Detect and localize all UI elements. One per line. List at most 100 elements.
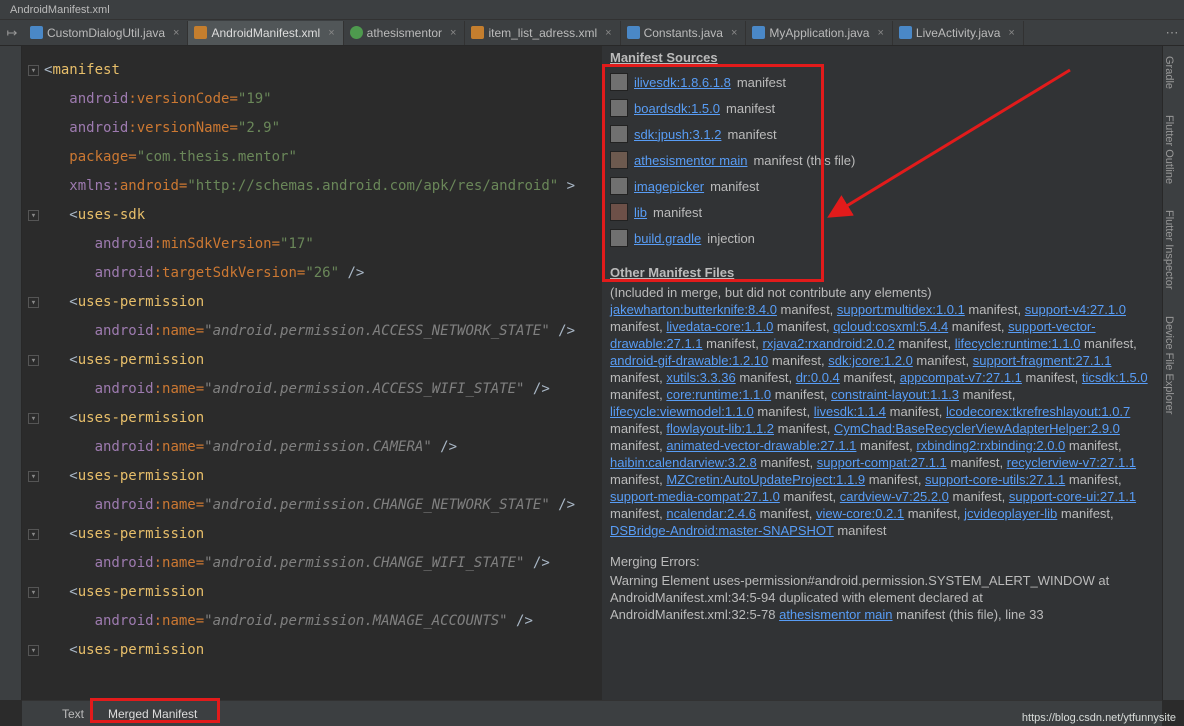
manifest-link[interactable]: ncalendar:2.4.6 [666,506,756,521]
file-icon [752,26,765,39]
manifest-link[interactable]: support-core-utils:27.1.1 [925,472,1065,487]
breadcrumb[interactable]: AndroidManifest.xml [10,4,110,16]
manifest-link[interactable]: livedata-core:1.1.0 [666,319,773,334]
manifest-link[interactable]: support-compat:27.1.1 [817,455,947,470]
manifest-link[interactable]: cardview-v7:25.2.0 [840,489,949,504]
file-icon [899,26,912,39]
manifest-link[interactable]: CymChad:BaseRecyclerViewAdapterHelper:2.… [834,421,1120,436]
manifest-link-text: manifest, [768,353,828,368]
manifest-link-text: manifest, [610,506,666,521]
tool-window-tab[interactable]: Flutter Inspector [1163,202,1175,289]
manifest-source-link[interactable]: ilivesdk:1.8.6.1.8 [634,75,731,90]
file-tab[interactable]: Constants.java × [621,21,747,45]
manifest-link[interactable]: lifecycle:runtime:1.1.0 [955,336,1081,351]
tab-nav-left-icon[interactable]: ↦ [0,21,24,45]
manifest-source-link[interactable]: sdk:jpush:3.1.2 [634,127,721,142]
manifest-link[interactable]: qcloud:cosxml:5.4.4 [833,319,948,334]
close-icon[interactable]: × [731,27,737,39]
file-icon [471,26,484,39]
file-tab[interactable]: athesismentor× [344,21,466,45]
code-editor[interactable]: ▾<manifest android:versionCode="19" andr… [22,46,602,700]
manifest-link-text: manifest, [773,319,833,334]
manifest-source-link[interactable]: imagepicker [634,179,704,194]
manifest-link[interactable]: view-core:0.2.1 [816,506,904,521]
manifest-link[interactable]: support-fragment:27.1.1 [973,353,1112,368]
close-icon[interactable]: × [450,27,456,39]
manifest-link[interactable]: jakewharton:butterknife:8.4.0 [610,302,777,317]
manifest-link[interactable]: livesdk:1.1.4 [814,404,886,419]
manifest-link[interactable]: sdk:jcore:1.2.0 [828,353,913,368]
manifest-link[interactable]: lcodecorex:tkrefreshlayout:1.0.7 [946,404,1130,419]
manifest-link[interactable]: lifecycle:viewmodel:1.1.0 [610,404,754,419]
manifest-link[interactable]: athesismentor main [779,607,892,622]
color-swatch [610,177,628,195]
other-manifest-subtitle: (Included in merge, but did not contribu… [610,284,1154,301]
close-icon[interactable]: × [877,27,883,39]
manifest-sources-title: Manifest Sources [602,46,1162,69]
manifest-link[interactable]: haibin:calendarview:3.2.8 [610,455,757,470]
manifest-link-text: manifest, [774,421,834,436]
manifest-link[interactable]: MZCretin:AutoUpdateProject:1.1.9 [666,472,865,487]
manifest-link-text: manifest, [840,370,900,385]
file-icon [350,26,363,39]
manifest-link-text: manifest, [610,421,666,436]
manifest-link[interactable]: rxbinding2:rxbinding:2.0.0 [916,438,1065,453]
manifest-source-text: manifest (this file) [753,153,855,168]
manifest-link-text: manifest, [886,404,946,419]
manifest-link-text: manifest, [771,387,831,402]
manifest-link[interactable]: appcompat-v7:27.1.1 [900,370,1022,385]
manifest-link[interactable]: rxjava2:rxandroid:2.0.2 [762,336,894,351]
file-tab-label: Constants.java [644,26,723,40]
merged-manifest-panel: Manifest Sources ilivesdk:1.8.6.1.8 mani… [602,46,1162,700]
close-icon[interactable]: × [328,27,334,39]
manifest-source-link[interactable]: build.gradle [634,231,701,246]
manifest-link-text: manifest, [865,472,925,487]
manifest-sources-list: ilivesdk:1.8.6.1.8 manifest boardsdk:1.5.… [602,69,1162,257]
manifest-source-row: imagepicker manifest [610,173,1154,199]
manifest-link[interactable]: core:runtime:1.1.0 [666,387,771,402]
watermark: https://blog.csdn.net/ytfunnysite [1022,712,1176,724]
file-tab[interactable]: CustomDialogUtil.java× [24,21,188,45]
manifest-source-link[interactable]: athesismentor main [634,153,747,168]
manifest-link[interactable]: animated-vector-drawable:27.1.1 [666,438,856,453]
tool-window-tab[interactable]: Flutter Outline [1163,107,1175,184]
close-icon[interactable]: × [173,27,179,39]
manifest-link[interactable]: ticsdk:1.5.0 [1082,370,1148,385]
manifest-source-link[interactable]: lib [634,205,647,220]
editor-mode-tab[interactable]: Text [50,703,96,725]
file-tab[interactable]: item_list_adress.xml × [465,21,620,45]
tool-window-tab[interactable]: Device File Explorer [1163,308,1175,414]
file-tab[interactable]: AndroidManifest.xml× [188,21,343,45]
manifest-link[interactable]: DSBridge-Android:master-SNAPSHOT [610,523,834,538]
manifest-link-text: manifest, [1065,472,1121,487]
manifest-link[interactable]: flowlayout-lib:1.1.2 [666,421,774,436]
tool-window-tab[interactable]: Gradle [1163,48,1175,89]
manifest-link-text: manifest, [913,353,973,368]
tab-overflow-icon[interactable]: ⋯ [1160,21,1184,45]
manifest-source-link[interactable]: boardsdk:1.5.0 [634,101,720,116]
manifest-link-text: manifest, [904,506,964,521]
manifest-link[interactable]: support-media-compat:27.1.0 [610,489,780,504]
close-icon[interactable]: × [605,27,611,39]
editor-mode-tab[interactable]: Merged Manifest [96,703,209,725]
file-tab-label: item_list_adress.xml [488,26,597,40]
manifest-link[interactable]: support:multidex:1.0.1 [837,302,965,317]
file-icon [627,26,640,39]
manifest-link-text: manifest, [959,387,1015,402]
manifest-link[interactable]: constraint-layout:1.1.3 [831,387,959,402]
close-icon[interactable]: × [1008,27,1014,39]
manifest-source-text: manifest [653,205,702,220]
manifest-link[interactable]: xutils:3.3.36 [666,370,735,385]
manifest-link-text: manifest, [949,489,1009,504]
manifest-link[interactable]: recyclerview-v7:27.1.1 [1007,455,1136,470]
file-tab[interactable]: LiveActivity.java× [893,21,1024,45]
manifest-link[interactable]: dr:0.0.4 [796,370,840,385]
manifest-link[interactable]: jcvideoplayer-lib [964,506,1057,521]
manifest-link[interactable]: support-v4:27.1.0 [1025,302,1126,317]
file-tab[interactable]: MyApplication.java× [746,21,893,45]
manifest-source-text: manifest [737,75,786,90]
manifest-link-text: manifest, [1057,506,1113,521]
manifest-link[interactable]: support-core-ui:27.1.1 [1009,489,1136,504]
manifest-link-text: manifest, [856,438,916,453]
manifest-link[interactable]: android-gif-drawable:1.2.10 [610,353,768,368]
